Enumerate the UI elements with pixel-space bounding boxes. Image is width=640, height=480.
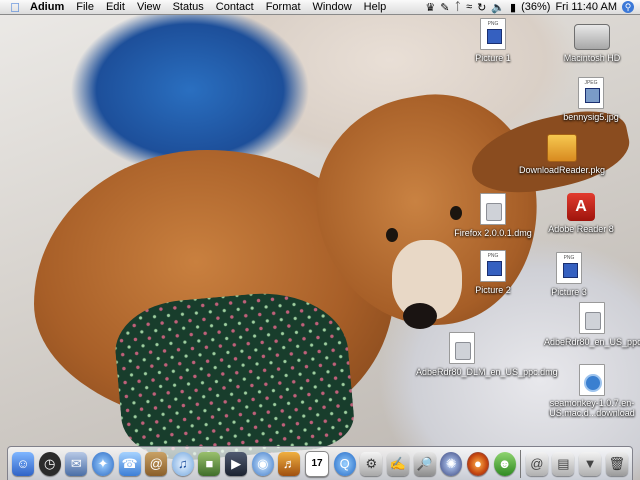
spotlight-search-icon[interactable]: ⚲ [622, 1, 634, 13]
desktop-icon-label: seamonkey-1.0.7.en-US.mac.d...download [549, 398, 635, 418]
disk-image-icon [579, 302, 605, 334]
png-icon: PNG [480, 18, 506, 50]
disk-image-icon [449, 332, 475, 364]
textedit-icon[interactable]: ✍ [386, 451, 409, 476]
mail-icon[interactable]: ✉ [65, 451, 88, 476]
adium-duck-icon[interactable]: ♛ [425, 1, 435, 14]
dashboard-icon[interactable]: ◷ [38, 451, 61, 476]
desktop-icon-picture-1[interactable]: PNG Picture 1 [443, 18, 543, 64]
wallpaper-pillow [111, 286, 357, 466]
menu-extras: ♛ ✎ ᛏ ≈ ↻ 🔈 ▮ (36%) Fri 11:40 AM ⚲ [425, 1, 640, 14]
desktop-icon-label: Picture 2 [475, 285, 511, 295]
adobe-reader-icon: A [567, 193, 595, 221]
adium-icon[interactable]: ☻ [493, 451, 516, 476]
png-icon: PNG [556, 252, 582, 284]
desktop-icon-label: Picture 1 [475, 53, 511, 63]
garageband-icon[interactable]: ♬ [278, 451, 301, 476]
idvd-icon[interactable]: ◉ [251, 451, 274, 476]
desktop-icon-label: Picture 3 [551, 287, 587, 297]
sync-icon[interactable]: ↻ [477, 1, 486, 14]
wallpaper-dog-eye [386, 228, 398, 242]
desktop-icon-label: Adobe Reader 8 [548, 224, 614, 234]
address-book-icon[interactable]: @ [145, 451, 168, 476]
jpeg-icon: JPEG [578, 77, 604, 109]
wallpaper-dog-nose [403, 303, 437, 329]
imovie-icon[interactable]: ▶ [225, 451, 248, 476]
preview-icon[interactable]: 🔎 [413, 451, 436, 476]
desktop-icon-label: bennysig5.jpg [563, 112, 619, 122]
bluetooth-icon[interactable]: ᛏ [454, 1, 461, 13]
desktop-icon-macintosh-hd[interactable]: Macintosh HD [542, 18, 640, 64]
battery-percent[interactable]: (36%) [521, 1, 550, 13]
disk-image-icon [480, 193, 506, 225]
desktop-icon-adobe-reader-8[interactable]: A Adobe Reader 8 [531, 193, 631, 235]
volume-icon[interactable]: 🔈 [491, 1, 505, 14]
ichat-icon[interactable]: ☎ [118, 451, 141, 476]
desktop-icon-label: Firefox 2.0.0.1.dmg [454, 228, 532, 238]
safari-icon[interactable]: ✦ [91, 451, 114, 476]
documents-folder-icon[interactable]: ▤ [552, 451, 575, 476]
png-icon: PNG [480, 250, 506, 282]
quicktime-icon[interactable]: Q [333, 451, 356, 476]
menu-app-adium[interactable]: Adium [24, 1, 70, 13]
wifi-icon[interactable]: ≈ [466, 1, 472, 13]
menu-status[interactable]: Status [167, 1, 210, 13]
menu-bar:  Adium File Edit View Status Contact Fo… [0, 0, 640, 15]
desktop-icon-bennysig5[interactable]: JPEG bennysig5.jpg [541, 77, 640, 123]
desktop-icon-firefox-dmg[interactable]: Firefox 2.0.0.1.dmg [443, 193, 543, 239]
hard-drive-icon [574, 24, 610, 50]
menu-contact[interactable]: Contact [210, 1, 260, 13]
battery-icon[interactable]: ▮ [510, 1, 516, 14]
trash-icon[interactable]: 🗑 [605, 451, 628, 476]
apple-menu-icon[interactable]:  [6, 0, 24, 15]
dock-separator [520, 449, 522, 478]
firefox-icon[interactable]: ● [466, 451, 489, 476]
downloads-stack-icon[interactable]: ▼ [579, 451, 602, 476]
desktop-icon-adberdr80-dlm-dmg[interactable]: AdbeRdr80_DLM_en_US_ppc.dmg [412, 332, 558, 378]
desktop-icon-label: DownloadReader.pkg [518, 165, 606, 175]
seamonkey-icon[interactable]: ✺ [440, 451, 463, 476]
system-preferences-icon[interactable]: ⚙ [360, 451, 383, 476]
desktop-icon-label: Macintosh HD [563, 53, 621, 63]
menu-view[interactable]: View [131, 1, 167, 13]
desktop-icon-label: AdbeRdr80_DLM_en_US_ppc.dmg [416, 367, 558, 377]
menu-clock[interactable]: Fri 11:40 AM [555, 1, 617, 13]
dock: ☺ ◷ ✉ ✦ ☎ @ ♫ ■ ▶ ◉ ♬ 17 Q ⚙ ✍ 🔎 ✺ ● ☻ @… [7, 446, 633, 480]
package-icon [547, 134, 577, 162]
ical-icon[interactable]: 17 [305, 450, 330, 477]
menu-edit[interactable]: Edit [100, 1, 131, 13]
desktop-icon-label: AdbeRdr80_en_US_ppc.dmg [544, 337, 640, 347]
desktop-icon-downloadreader-pkg[interactable]: DownloadReader.pkg [512, 134, 612, 176]
iphoto-icon[interactable]: ■ [198, 451, 221, 476]
script-menu-icon[interactable]: ✎ [440, 1, 449, 14]
finder-icon[interactable]: ☺ [12, 451, 34, 476]
menu-file[interactable]: File [70, 1, 100, 13]
itunes-icon[interactable]: ♫ [171, 451, 194, 476]
menu-format[interactable]: Format [260, 1, 307, 13]
menu-window[interactable]: Window [307, 1, 358, 13]
desktop-icon-picture-3[interactable]: PNG Picture 3 [519, 252, 619, 298]
desktop-icon-adberdr80-dmg[interactable]: AdbeRdr80_en_US_ppc.dmg [542, 302, 640, 348]
quicktime-download-icon [579, 364, 605, 396]
desktop-icon-seamonkey-download[interactable]: seamonkey-1.0.7.en-US.mac.d...download [542, 364, 640, 419]
menu-help[interactable]: Help [358, 1, 393, 13]
applications-folder-icon[interactable]: @ [525, 451, 548, 476]
